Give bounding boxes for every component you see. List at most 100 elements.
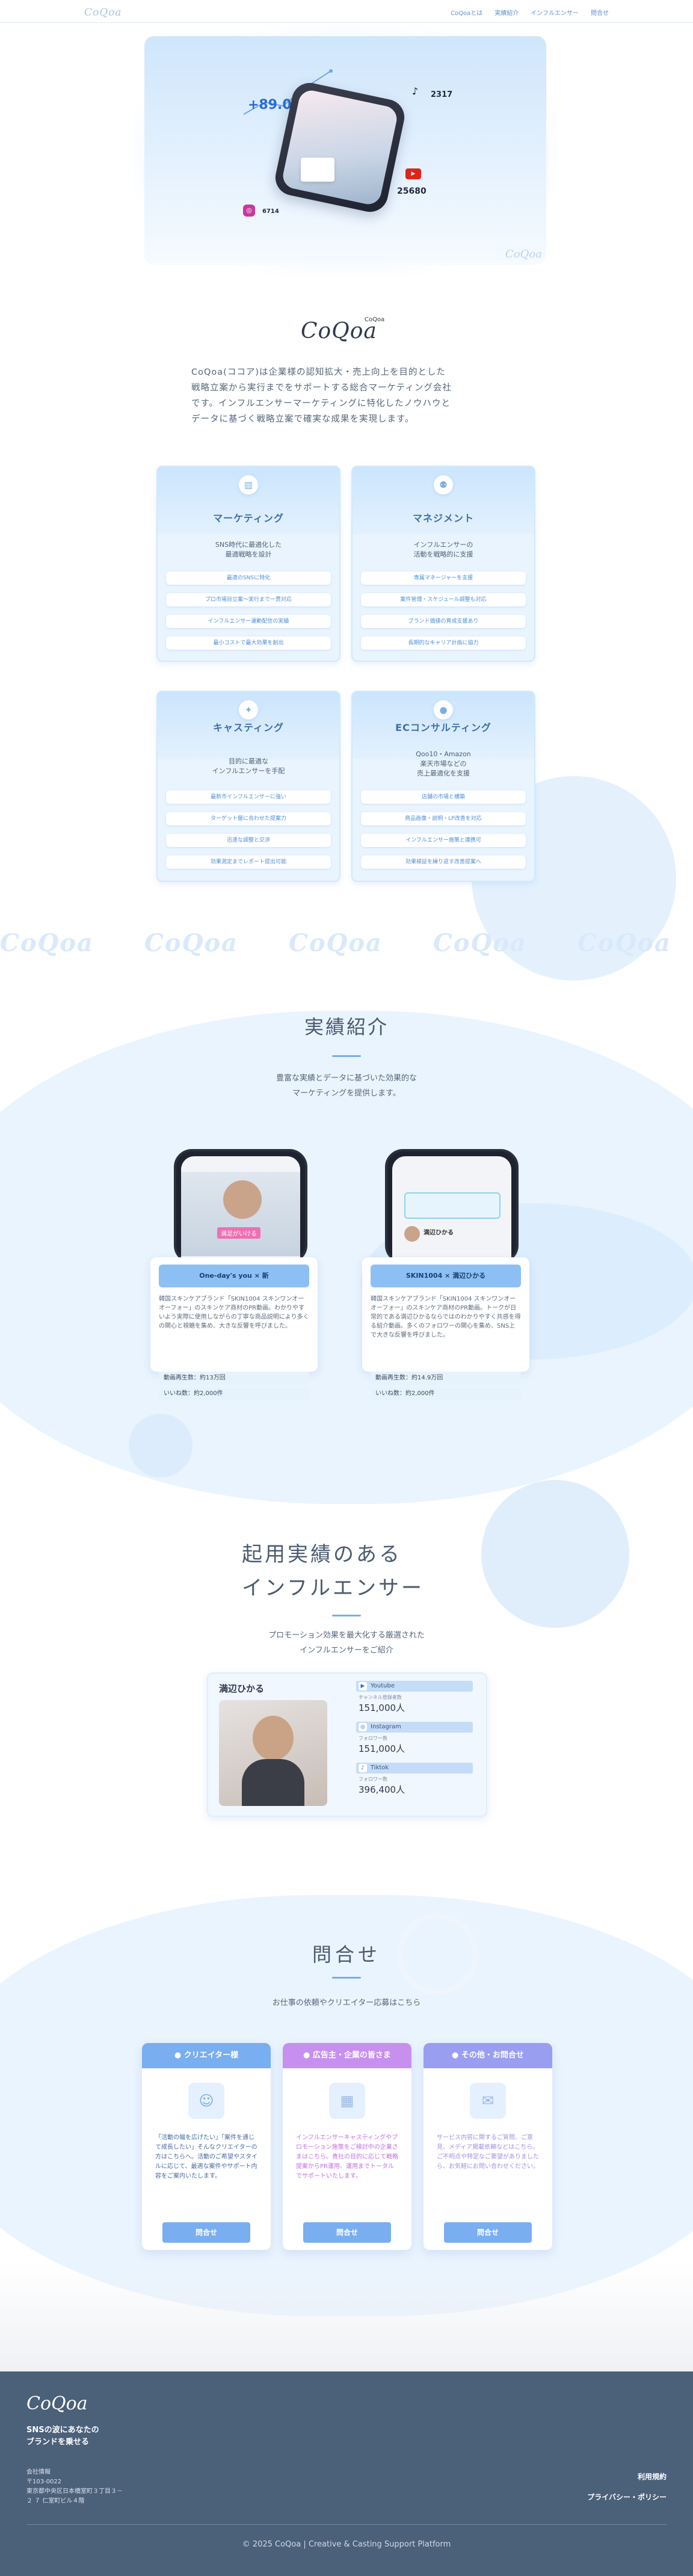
top-nav: CoQoa CoQoaとは 実績紹介 インフルエンサー 問合せ: [0, 0, 693, 23]
works-title: 実績紹介: [304, 1015, 389, 1038]
hero-youtube-value: 25680: [397, 186, 427, 196]
work-tag: SKIN1004 × 満辺ひかる: [371, 1265, 521, 1287]
works-title-underline: [332, 1055, 361, 1057]
watermark-logo: CoQoa: [0, 929, 94, 957]
page: CoQoa CoQoaとは 実績紹介 インフルエンサー 問合せ +89.0% ♪…: [0, 0, 693, 2576]
contact-card-header: ● その他・お問合せ: [424, 2043, 552, 2068]
work-description: 韓国スキンケアブランド「SKIN1004 スキンワンオーオーフォー」のスキンケア…: [371, 1296, 521, 1339]
influencer-name: 満辺ひかる: [219, 1683, 265, 1694]
youtube-icon: ▶: [359, 1682, 367, 1690]
youtube-icon: ▶: [405, 168, 421, 179]
service-feature: 効果検証を繰り返す改善提案へ: [361, 855, 526, 869]
about-line: 戦略立案から実行までをサポートする総合マーケティング会社: [191, 383, 452, 393]
office-icon: ▦: [329, 2083, 365, 2119]
work-video-mockup-1: 満足がいける: [174, 1149, 307, 1263]
creator-photo: [223, 1180, 262, 1219]
chat-icon: ●: [452, 2051, 459, 2060]
watermark-logo: CoQoa: [144, 929, 238, 957]
influencers-title-line: インフルエンサー: [242, 1576, 424, 1600]
sns-value: 151,000人: [359, 1702, 405, 1713]
service-title: キャスティング: [212, 722, 285, 733]
footer-divider: [26, 2524, 667, 2525]
sns-instagram-label: ◎ Instagram: [356, 1722, 473, 1733]
service-title: マーケティング: [213, 513, 284, 524]
tiktok-icon: ♪: [411, 85, 419, 97]
footer: CoQoa SNSの波にあなたの ブランドを乗せる 会社情報 〒103-0022 …: [0, 2371, 693, 2576]
service-feature: 最小コストで最大効果を創出: [166, 636, 331, 650]
service-feature: インフルエンサー運動配信の実績: [166, 615, 331, 628]
sns-tiktok-label: ♪ Tiktok: [356, 1763, 473, 1773]
star-icon: ✦: [239, 700, 258, 719]
work-likes: いいね数：約2,000件: [159, 1387, 309, 1400]
about-line: です。インフルエンサーマーケティングに特化したノウハウと: [191, 399, 451, 408]
team-icon: ⚉: [434, 475, 453, 495]
chart-icon: ▥: [239, 475, 258, 495]
bg-fade: [0, 2262, 693, 2376]
contact-card-text: 「活動の幅を広げたい」「案件を通じて成長したい」そんなクリエイターの方はこちらへ…: [155, 2134, 257, 2180]
instagram-icon: ◎: [359, 1723, 367, 1731]
sns-caption: フォロワー数: [359, 1736, 387, 1741]
service-title: ECコンサルティング: [395, 722, 491, 733]
service-feature: 店舗の市場と構築: [361, 790, 526, 804]
footer-privacy-link[interactable]: プライバシー・ポリシー: [587, 2492, 667, 2502]
nav-logo[interactable]: CoQoa: [84, 7, 122, 19]
contact-card-header: ● クリエイター様: [142, 2043, 271, 2068]
nav-link-contact[interactable]: 問合せ: [591, 8, 609, 17]
footer-logo[interactable]: CoQoa: [26, 2393, 88, 2414]
service-subtitle: 目的に最適な インフルエンサーを手配: [212, 757, 285, 775]
watermark-logo: CoQoa: [289, 929, 383, 957]
service-subtitle: Qoo10・Amazon 楽天市場などの 売上最適化を支援: [416, 750, 471, 777]
work-views: 動画再生数：約14.9万回: [371, 1372, 521, 1385]
service-subtitle: SNS時代に最適化した 最適戦略を設計: [215, 541, 282, 558]
contact-card-advertiser: ● 広告主・企業の皆さま ▦ インフルエンサーキャスティングやプロモーション施策…: [283, 2043, 411, 2250]
instagram-icon: ◎: [243, 205, 255, 217]
service-feature: ターゲット層に合わせた提案力: [166, 812, 331, 825]
sns-caption: フォロワー数: [359, 1776, 387, 1782]
watermark-logo: CoQoa: [433, 929, 527, 957]
work-video-mockup-2: 満辺ひかる: [385, 1149, 519, 1263]
sns-value: 151,000人: [359, 1743, 405, 1754]
influencer-card[interactable]: 満辺ひかる ▶ Youtube チャンネル登録者数 151,000人 ◎ Insta…: [207, 1672, 487, 1817]
bg-circle: [481, 1480, 629, 1628]
service-feature: 専属マネージャーを支援: [361, 572, 526, 585]
nav-link-about[interactable]: CoQoaとは: [451, 8, 482, 17]
bulb-icon: ●: [434, 700, 453, 719]
service-feature: 長期的なキャリア計画に協力: [361, 636, 526, 650]
service-feature: プロ市場目立案〜実行まで一貫対応: [166, 593, 331, 606]
footer-tagline: SNSの波にあなたの ブランドを乗せる: [26, 2426, 99, 2447]
service-title: マネジメント: [412, 513, 474, 524]
sns-youtube-label: ▶ Youtube: [356, 1681, 473, 1692]
work-likes: いいね数：約2,000件: [371, 1387, 521, 1400]
contact-other-button[interactable]: 問合せ: [444, 2222, 532, 2243]
sns-caption: チャンネル登録者数: [359, 1695, 402, 1700]
tiktok-icon: ♪: [359, 1764, 367, 1772]
influencers-lead: プロモーション効果を最大化する厳選された インフルエンサーをご紹介: [268, 1631, 425, 1655]
footer-terms-link[interactable]: 利用規約: [638, 2471, 667, 2482]
video-caption: 満辺ひかる: [424, 1230, 454, 1236]
message-icon: ✉: [470, 2083, 506, 2119]
service-feature: ブランド価値の育成支援あり: [361, 615, 526, 628]
service-card-management: ⚉ マネジメント インフルエンサーの 活動を戦略的に支援 専属マネージャーを支援 …: [351, 466, 535, 662]
building-icon: ●: [303, 2051, 310, 2060]
influencers-title-underline: [332, 1615, 361, 1616]
contact-advertiser-button[interactable]: 問合せ: [303, 2222, 391, 2243]
service-subtitle: インフルエンサーの 活動を戦略的に支援: [413, 541, 473, 558]
contact-title-underline: [332, 1977, 361, 1979]
contact-card-text: サービス内容に関するご質問、ご意見、メディア掲載依頼などはこちら。ご不明点や特定…: [437, 2134, 539, 2170]
influencers-title-line: 起用実績のある: [242, 1542, 402, 1567]
contact-title: 問合せ: [312, 1943, 381, 1966]
contact-creator-button[interactable]: 問合せ: [162, 2222, 250, 2243]
video-caption: 満足がいける: [217, 1227, 260, 1239]
work-card: SKIN1004 × 満辺ひかる 韓国スキンケアブランド「SKIN1004 スキ…: [362, 1257, 529, 1372]
hero-instagram-value: 6714: [262, 208, 279, 215]
nav-link-works[interactable]: 実績紹介: [494, 8, 519, 17]
user-icon: ●: [174, 2051, 182, 2060]
contact-card-other: ● その他・お問合せ ✉ サービス内容に関するご質問、ご意見、メディア掲載依頼な…: [424, 2043, 552, 2250]
nav-links: CoQoaとは 実績紹介 インフルエンサー 問合せ: [451, 8, 609, 17]
footer-address: 会社情報 〒103-0022 東京都中央区日本橋室町３丁目３－ ２ ７ 仁室町ビ…: [26, 2469, 123, 2504]
about-logo-sup: CoQoa: [365, 316, 385, 323]
hero-post-card: [301, 158, 334, 182]
work-tag: One-day's you × 新: [159, 1265, 309, 1287]
service-feature: インフルエンサー施策と連携可: [361, 834, 526, 847]
nav-link-influencers[interactable]: インフルエンサー: [531, 8, 579, 17]
